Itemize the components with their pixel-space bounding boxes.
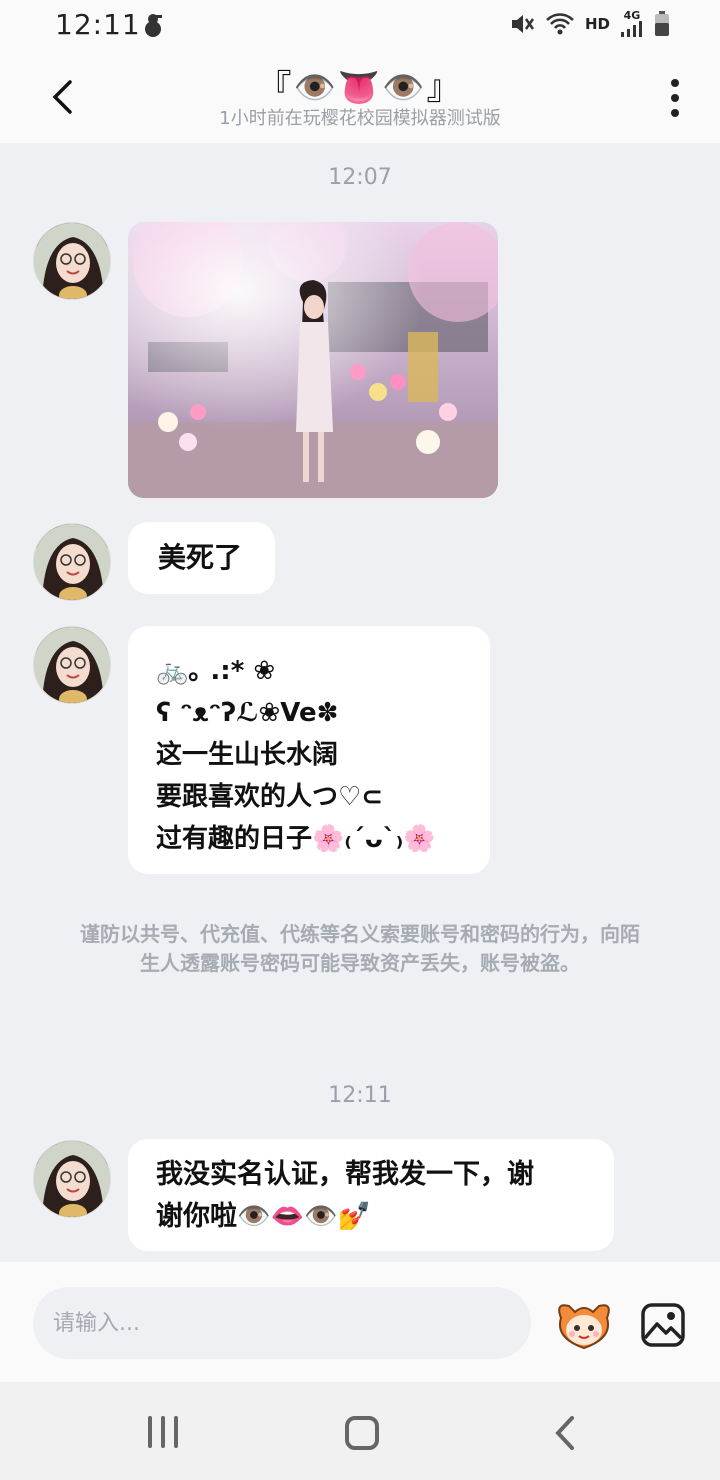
message-text: 美死了 (158, 541, 243, 574)
message-bubble[interactable]: 我没实名认证，帮我发一下，谢 谢你啦👁️👄👁️💅 (128, 1139, 614, 1251)
avatar[interactable] (33, 1140, 111, 1218)
message-input[interactable] (33, 1287, 531, 1359)
avatar[interactable] (33, 626, 111, 704)
message-text-line: 要跟喜欢的人つ♡⊂ (156, 782, 384, 812)
message-text-line: ʕ ᵔᴥᵔʔℒ❀Ve✽ (156, 698, 339, 728)
status-bar: 12:11 HD 4G (0, 0, 720, 50)
signal-icon (621, 21, 642, 37)
battery-icon (655, 10, 669, 36)
mute-icon (511, 14, 535, 33)
message-text-line: 这一生山长水阔 (156, 740, 339, 770)
chat-title: 『👁️👅👁️』 (257, 68, 463, 108)
image-message[interactable] (128, 222, 498, 498)
image-button[interactable] (640, 1302, 686, 1348)
system-nav-bar (0, 1382, 720, 1480)
message-text-line: 谢你啦👁️👄👁️💅 (156, 1201, 372, 1232)
avatar[interactable] (33, 222, 111, 300)
notification-icon (142, 12, 164, 42)
chat-subtitle: 1小时前在玩樱花校园模拟器测试版 (219, 108, 501, 129)
chat-header: 『👁️👅👁️』 1小时前在玩樱花校园模拟器测试版 (0, 50, 720, 143)
message-text-line: 我没实名认证，帮我发一下，谢 (156, 1159, 534, 1190)
more-vertical-icon (671, 79, 679, 87)
wifi-icon (546, 12, 574, 34)
message-text-line: 🚲｡ .:* ❀ (156, 656, 276, 686)
more-menu-button[interactable] (660, 76, 690, 120)
message-text-line: 过有趣的日子🌸₍ˊᴗˋ₎🌸 (156, 824, 436, 854)
nav-back-button[interactable] (550, 1414, 580, 1452)
status-icons: HD 4G (509, 10, 670, 37)
chevron-left-icon (555, 1416, 574, 1450)
message-timestamp: 12:11 (328, 1083, 392, 1108)
avatar[interactable] (33, 523, 111, 601)
emoji-button[interactable] (553, 1298, 615, 1352)
security-warning: 谨防以共号、代充值、代练等名义索要账号和密码的行为，向陌生人透露账号密码可能导致… (80, 922, 640, 975)
network-type-label: 4G (623, 9, 641, 22)
input-bar (0, 1262, 720, 1382)
home-button[interactable] (345, 1416, 379, 1450)
status-time: 12:11 (55, 8, 141, 41)
hd-label: HD (584, 14, 610, 33)
message-bubble[interactable]: 🚲｡ .:* ❀ ʕ ᵔᴥᵔʔℒ❀Ve✽ 这一生山长水阔 要跟喜欢的人つ♡⊂ 过… (128, 626, 490, 874)
message-bubble[interactable]: 美死了 (128, 522, 275, 594)
recent-apps-button[interactable] (143, 1416, 183, 1450)
message-timestamp: 12:07 (328, 165, 392, 190)
image-icon (641, 1303, 685, 1347)
emoji-mascot-icon (558, 1304, 610, 1350)
